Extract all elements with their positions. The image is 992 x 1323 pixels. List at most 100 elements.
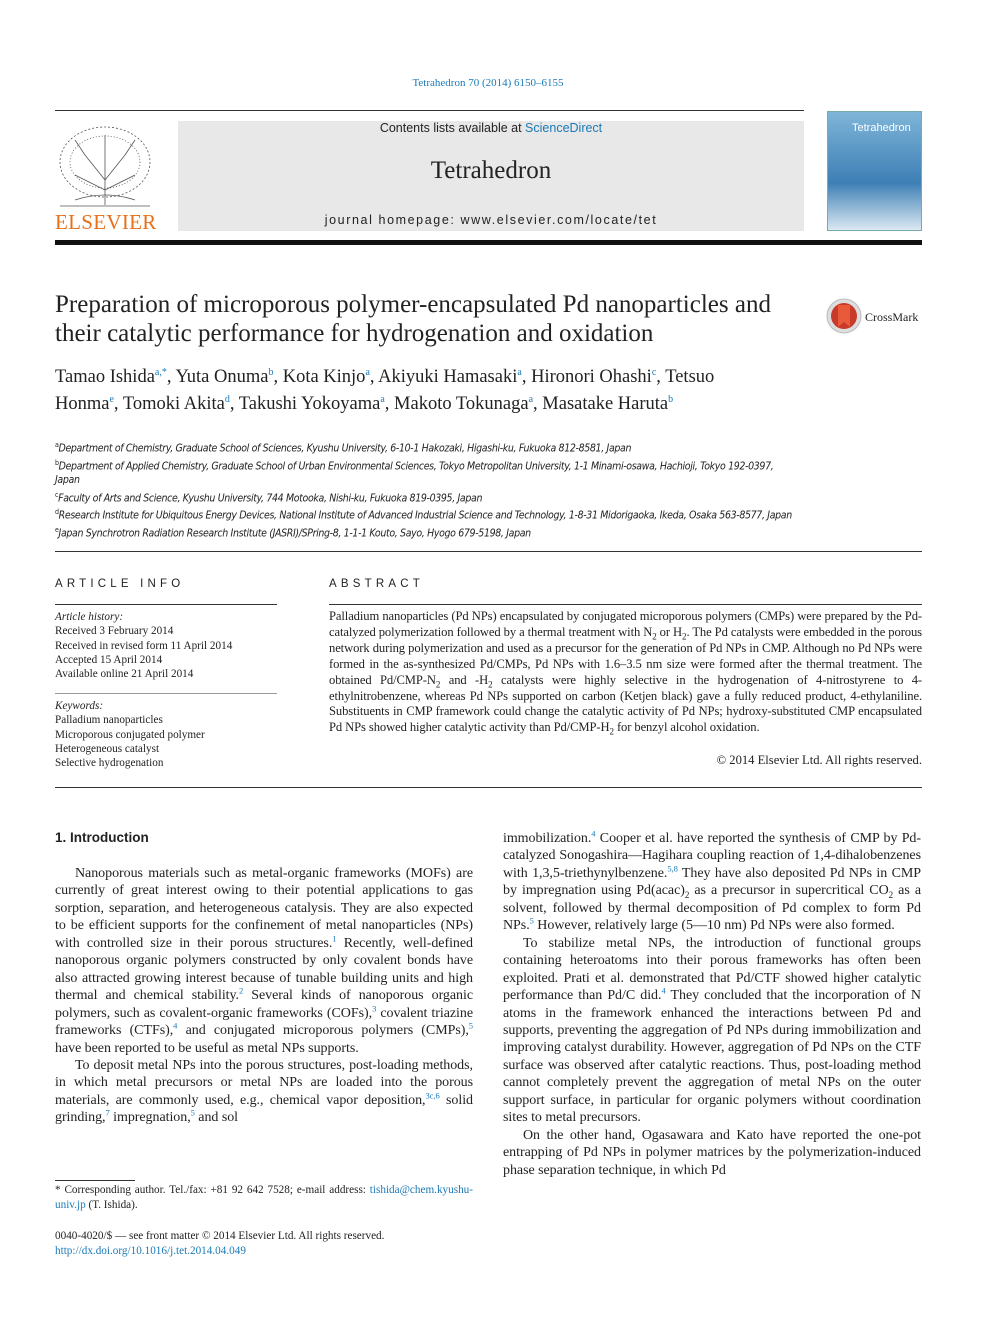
body-paragraph: Nanoporous materials such as metal-organ… — [55, 865, 473, 1057]
author[interactable]: Takushi Yokoyamaa — [239, 394, 385, 414]
contents-line: Contents lists available at ScienceDirec… — [178, 121, 804, 135]
crossmark-label: CrossMark — [865, 310, 918, 324]
author-affiliation-marker[interactable]: c — [652, 367, 656, 378]
author-name[interactable]: Yuta Onuma — [175, 367, 268, 387]
header-rule — [55, 240, 922, 245]
affiliation: dResearch Institute for Ubiquitous Energ… — [55, 505, 795, 523]
author[interactable]: Tomoki Akitad — [123, 394, 230, 414]
author-list: Tamao Ishidaa,*, Yuta Onumab, Kota Kinjo… — [55, 367, 715, 414]
body-column-left: Nanoporous materials such as metal-organ… — [55, 865, 473, 1127]
history-online: Available online 21 April 2014 — [55, 668, 194, 681]
text-segment: as a precursor in supercritical CO — [689, 883, 889, 899]
homepage-label: journal homepage: — [324, 213, 461, 227]
divider — [55, 693, 277, 694]
footnote-suffix: (T. Ishida). — [85, 1198, 138, 1211]
text-segment: and -H — [440, 672, 489, 687]
body-paragraph: On the other hand, Ogasawara and Kato ha… — [503, 1127, 921, 1179]
footnote-rule — [55, 1180, 135, 1181]
divider — [55, 551, 922, 552]
divider — [55, 110, 804, 111]
article-history: Article history: Received 3 February 201… — [55, 610, 285, 681]
author-name[interactable]: Makoto Tokunaga — [394, 394, 529, 414]
keywords-label: Keywords: — [55, 700, 104, 712]
keyword: Heterogeneous catalyst — [55, 742, 160, 755]
affiliation: cFaculty of Arts and Science, Kyushu Uni… — [55, 488, 795, 506]
history-revised: Received in revised form 11 April 2014 — [55, 639, 233, 652]
text-segment: impregnation, — [109, 1110, 191, 1126]
author[interactable]: Yuta Onumab — [175, 367, 273, 387]
divider — [55, 604, 277, 605]
body-paragraph: immobilization.4 Cooper et al. have repo… — [503, 829, 921, 935]
crossmark-badge[interactable]: CrossMark — [825, 297, 935, 337]
author-name[interactable]: Kota Kinjo — [283, 367, 366, 387]
affiliation: eJapan Synchrotron Radiation Research In… — [55, 523, 795, 541]
author[interactable]: Makoto Tokunagaa — [394, 394, 533, 414]
text-segment: However, relatively large (5—10 nm) Pd N… — [533, 918, 895, 934]
text-segment: immobilization. — [503, 831, 592, 846]
text-segment: To deposit metal NPs into the porous str… — [55, 1057, 473, 1108]
issn-line: 0040-4020/$ — see front matter © 2014 El… — [55, 1230, 385, 1242]
divider — [329, 604, 922, 605]
author-affiliation-marker[interactable]: a — [517, 367, 521, 378]
journal-citation-link[interactable]: Tetrahedron 70 (2014) 6150–6155 — [0, 77, 976, 89]
author-name[interactable]: Hironori Ohashi — [531, 367, 652, 387]
body-column-right: immobilization.4 Cooper et al. have repo… — [503, 829, 921, 1179]
author-affiliation-marker[interactable]: a — [380, 394, 384, 405]
contents-prefix: Contents lists available at — [379, 121, 526, 135]
abstract-copyright: © 2014 Elsevier Ltd. All rights reserved… — [716, 753, 922, 767]
author[interactable]: Hironori Ohashic — [531, 367, 656, 387]
history-received: Received 3 February 2014 — [55, 625, 174, 638]
history-label: Article history: — [55, 611, 124, 623]
citation-text[interactable]: Tetrahedron 70 (2014) 6150–6155 — [412, 77, 563, 89]
author[interactable]: Masatake Harutab — [542, 394, 673, 414]
text-segment: and conjugated microporous polymers (CMP… — [177, 1023, 469, 1039]
author-affiliation-marker[interactable]: d — [225, 394, 230, 405]
author-name[interactable]: Masatake Haruta — [542, 394, 668, 414]
body-paragraph: To stabilize metal NPs, the introduction… — [503, 935, 921, 1127]
author[interactable]: Kota Kinjoa — [283, 367, 370, 387]
affiliation: aDepartment of Chemistry, Graduate Schoo… — [55, 438, 795, 456]
author-affiliation-marker[interactable]: a,* — [155, 367, 167, 378]
author-name[interactable]: Akiyuki Hamasaki — [378, 367, 517, 387]
elsevier-wordmark: ELSEVIER — [55, 210, 157, 234]
text-segment: for benzyl alcohol oxidation. — [613, 720, 760, 735]
text-segment: and sol — [194, 1110, 239, 1126]
journal-cover-image: Tetrahedron — [827, 111, 922, 231]
journal-banner: Contents lists available at ScienceDirec… — [178, 121, 804, 231]
homepage-link[interactable]: www.elsevier.com/locate/tet — [461, 213, 658, 227]
keyword: Selective hydrogenation — [55, 757, 164, 770]
author-affiliation-marker[interactable]: a — [529, 394, 533, 405]
affiliation-text: Department of Chemistry, Graduate School… — [58, 442, 632, 455]
author[interactable]: Tamao Ishidaa,* — [55, 367, 167, 387]
journal-homepage: journal homepage: www.elsevier.com/locat… — [178, 213, 804, 227]
affiliation-text: Faculty of Arts and Science, Kyushu Univ… — [58, 492, 483, 505]
affiliation-text: Department of Applied Chemistry, Graduat… — [55, 460, 774, 487]
author-affiliation-marker[interactable]: e — [109, 394, 113, 405]
doi-link[interactable]: http://dx.doi.org/10.1016/j.tet.2014.04.… — [55, 1244, 473, 1259]
section-heading-introduction: 1. Introduction — [55, 830, 149, 845]
body-paragraph: To deposit metal NPs into the porous str… — [55, 1057, 473, 1127]
citation-reference[interactable]: 3c,6 — [425, 1090, 439, 1100]
article-title: Preparation of microporous polymer-encap… — [55, 291, 771, 347]
cover-title: Tetrahedron — [852, 122, 911, 134]
abstract-text: Palladium nanoparticles (Pd NPs) encapsu… — [329, 609, 922, 736]
author-affiliation-marker[interactable]: b — [668, 394, 673, 405]
citation-reference[interactable]: 5 — [469, 1020, 473, 1030]
keywords: Keywords: Palladium nanoparticles Microp… — [55, 699, 285, 770]
author[interactable]: Akiyuki Hamasakia — [378, 367, 522, 387]
keyword: Microporous conjugated polymer — [55, 728, 205, 741]
text-segment: have been reported to be useful as metal… — [55, 1040, 359, 1056]
text-segment: or H — [656, 624, 683, 639]
author-affiliation-marker[interactable]: a — [365, 367, 369, 378]
author-name[interactable]: Tomoki Akita — [123, 394, 225, 414]
text-segment: They concluded that the incorporation of… — [503, 988, 921, 1126]
citation-reference[interactable]: 5,8 — [667, 863, 678, 873]
text-segment: On the other hand, Ogasawara and Kato ha… — [503, 1127, 921, 1178]
sciencedirect-link[interactable]: ScienceDirect — [525, 121, 602, 135]
author-name[interactable]: Takushi Yokoyama — [239, 394, 381, 414]
author-affiliation-marker[interactable]: b — [268, 367, 273, 378]
history-accepted: Accepted 15 April 2014 — [55, 653, 163, 666]
article-info-heading: ARTICLE INFO — [55, 578, 185, 590]
front-matter: 0040-4020/$ — see front matter © 2014 El… — [55, 1229, 473, 1258]
author-name[interactable]: Tamao Ishida — [55, 367, 155, 387]
